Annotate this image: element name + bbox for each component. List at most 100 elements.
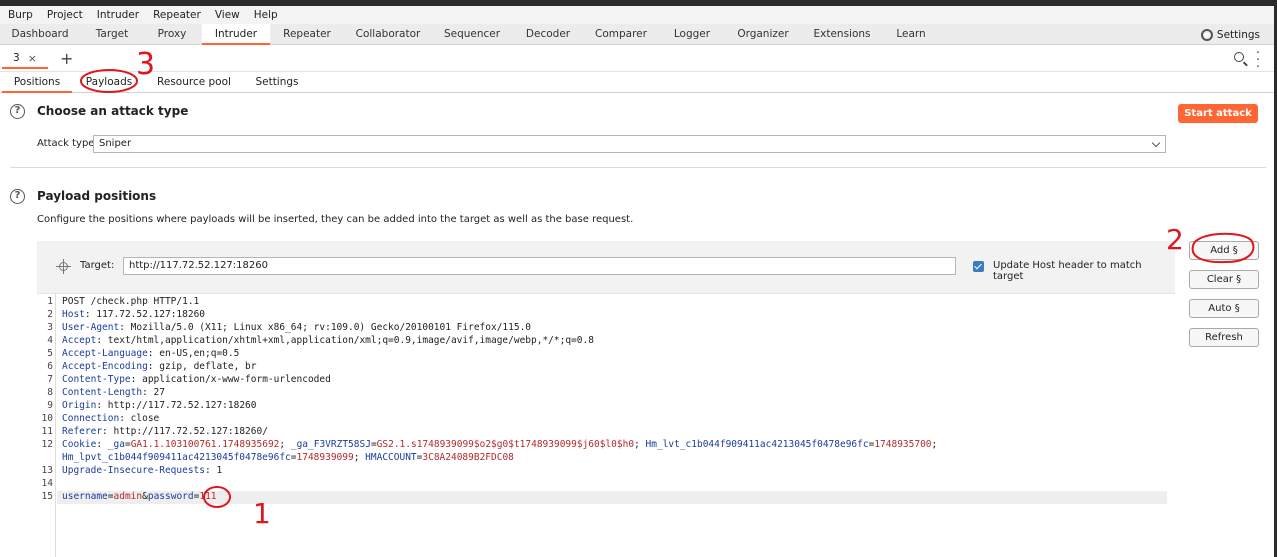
line-number: 3 — [47, 322, 53, 333]
tab-payloads[interactable]: Payloads — [78, 72, 140, 93]
line-number-gutter: 1 2 3 4 5 6 7 8 9 10 11 12 13 14 15 — [37, 294, 56, 557]
cookie-value: 3C8A24089B2FDC08 — [422, 452, 514, 463]
tab-extensions[interactable]: Extensions — [806, 24, 878, 45]
tab-resource-pool[interactable]: Resource pool — [152, 72, 236, 93]
header-name: Content-Length — [62, 387, 143, 398]
param-value: admin — [113, 491, 143, 502]
menu-project[interactable]: Project — [43, 9, 87, 21]
intruder-sub-tabs: Positions Payloads Resource pool Setting… — [0, 72, 1274, 93]
header-name: Connection — [62, 413, 120, 424]
cookie-key: _ga_F3VRZT58SJ — [290, 439, 371, 450]
tab-repeater[interactable]: Repeater — [272, 24, 342, 45]
tab-learn[interactable]: Learn — [886, 24, 936, 45]
section-divider — [10, 167, 1266, 168]
request-editor[interactable]: 1 2 3 4 5 6 7 8 9 10 11 12 13 14 15 POST… — [37, 293, 1175, 557]
help-icon[interactable]: ? — [10, 189, 25, 204]
intruder-instance-bar: 3 × + · · · — [0, 46, 1274, 74]
tab-target[interactable]: Target — [80, 24, 144, 45]
tab-positions[interactable]: Positions — [2, 72, 72, 93]
header-value: en-US,en;q=0.5 — [153, 348, 240, 359]
header-line: Accept-Encoding: gzip, deflate, br — [62, 361, 257, 372]
settings-button[interactable]: Settings — [1200, 24, 1260, 45]
line-number: 11 — [41, 426, 53, 437]
tab-organizer[interactable]: Organizer — [728, 24, 798, 45]
line-number: 4 — [47, 335, 53, 346]
attack-type-select[interactable]: Sniper — [93, 135, 1166, 153]
line-number: 2 — [47, 309, 53, 320]
line-number: 10 — [41, 413, 53, 424]
menu-help[interactable]: Help — [250, 9, 282, 21]
line-number: 1 — [47, 296, 53, 307]
header-line: Connection: close — [62, 413, 160, 424]
header-value: 27 — [147, 387, 165, 398]
header-line: Origin: http://117.72.52.127:18260 — [62, 400, 257, 411]
instance-tab-3[interactable]: 3 × — [2, 49, 48, 69]
line-number: 8 — [47, 387, 53, 398]
menu-bar: Burp Project Intruder Repeater View Help — [0, 6, 1274, 24]
instance-tab-label: 3 — [13, 52, 20, 64]
header-line: Upgrade-Insecure-Requests: 1 — [62, 465, 223, 476]
header-value: http://117.72.52.127:18260 — [102, 400, 257, 411]
update-host-checkbox[interactable] — [973, 261, 984, 272]
header-line: Accept-Language: en-US,en;q=0.5 — [62, 348, 240, 359]
header-value: 117.72.52.127:18260 — [90, 309, 206, 320]
line-number: 14 — [41, 478, 53, 489]
cookie-line-wrapped: Hm_lpvt_c1b044f909411ac4213045f0478e96fc… — [62, 452, 514, 463]
add-tab-icon[interactable]: + — [60, 49, 73, 68]
tab-collaborator[interactable]: Collaborator — [350, 24, 426, 45]
tab-dashboard[interactable]: Dashboard — [2, 24, 78, 45]
search-icon[interactable] — [1234, 52, 1244, 62]
tab-proxy[interactable]: Proxy — [144, 24, 200, 45]
param-name: password — [147, 491, 194, 502]
header-value: http://117.72.52.127:18260/ — [107, 426, 268, 437]
target-input[interactable]: http://117.72.52.127:18260 — [123, 257, 956, 275]
header-name: Accept-Language — [62, 348, 148, 359]
help-icon[interactable]: ? — [10, 104, 25, 119]
header-name: Accept-Encoding — [62, 361, 148, 372]
cookie-value: 1748939099 — [296, 452, 354, 463]
attack-type-value: Sniper — [99, 138, 132, 149]
header-value: text/html,application/xhtml+xml,applicat… — [102, 335, 594, 346]
tab-logger[interactable]: Logger — [662, 24, 722, 45]
header-line: Referer: http://117.72.52.127:18260/ — [62, 426, 268, 437]
line-number: 9 — [47, 400, 53, 411]
target-label: Target: — [80, 260, 115, 271]
tab-intruder[interactable]: Intruder — [202, 24, 270, 45]
add-marker-button[interactable]: Add § — [1189, 241, 1259, 260]
payload-positions-title: Payload positions — [37, 189, 157, 203]
tab-settings[interactable]: Settings — [246, 72, 308, 93]
target-row: Target: http://117.72.52.127:18260 Updat… — [37, 241, 1175, 293]
line-number: 13 — [41, 465, 53, 476]
header-name: Upgrade-Insecure-Requests — [62, 465, 205, 476]
auto-markers-button[interactable]: Auto § — [1189, 299, 1259, 318]
menu-intruder[interactable]: Intruder — [93, 9, 143, 21]
menu-repeater[interactable]: Repeater — [149, 9, 205, 21]
header-line: Content-Length: 27 — [62, 387, 165, 398]
header-value: 1 — [210, 465, 223, 476]
header-name: Cookie — [62, 439, 97, 450]
tab-comparer[interactable]: Comparer — [588, 24, 654, 45]
cookie-value: GS2.1.s1748939099$o2$g0$t1748939099$j60$… — [376, 439, 635, 450]
header-line: Accept: text/html,application/xhtml+xml,… — [62, 335, 594, 346]
menu-view[interactable]: View — [211, 9, 244, 21]
more-options-icon[interactable]: · · · — [1256, 47, 1260, 74]
attack-type-label: Attack type: — [37, 138, 98, 149]
attack-type-title: Choose an attack type — [37, 104, 189, 118]
update-host-label: Update Host header to match target — [993, 260, 1142, 282]
tab-decoder[interactable]: Decoder — [516, 24, 580, 45]
refresh-button[interactable]: Refresh — [1189, 328, 1259, 347]
cookie-key: _ga — [107, 439, 125, 450]
cookie-value: 1748935700 — [874, 439, 932, 450]
settings-label: Settings — [1216, 28, 1260, 41]
start-attack-button[interactable]: Start attack — [1178, 104, 1258, 123]
cookie-key: Hm_lvt_c1b044f909411ac4213045f0478e96fc — [645, 439, 869, 450]
tab-sequencer[interactable]: Sequencer — [436, 24, 508, 45]
close-icon[interactable]: × — [28, 52, 37, 65]
cookie-key: Hm_lpvt_c1b044f909411ac4213045f0478e96fc — [62, 452, 291, 463]
header-value: application/x-www-form-urlencoded — [136, 374, 331, 385]
line-number: 5 — [47, 348, 53, 359]
line-number: 7 — [47, 374, 53, 385]
param-name: username — [62, 491, 108, 502]
menu-burp[interactable]: Burp — [4, 9, 37, 21]
clear-markers-button[interactable]: Clear § — [1189, 270, 1259, 289]
